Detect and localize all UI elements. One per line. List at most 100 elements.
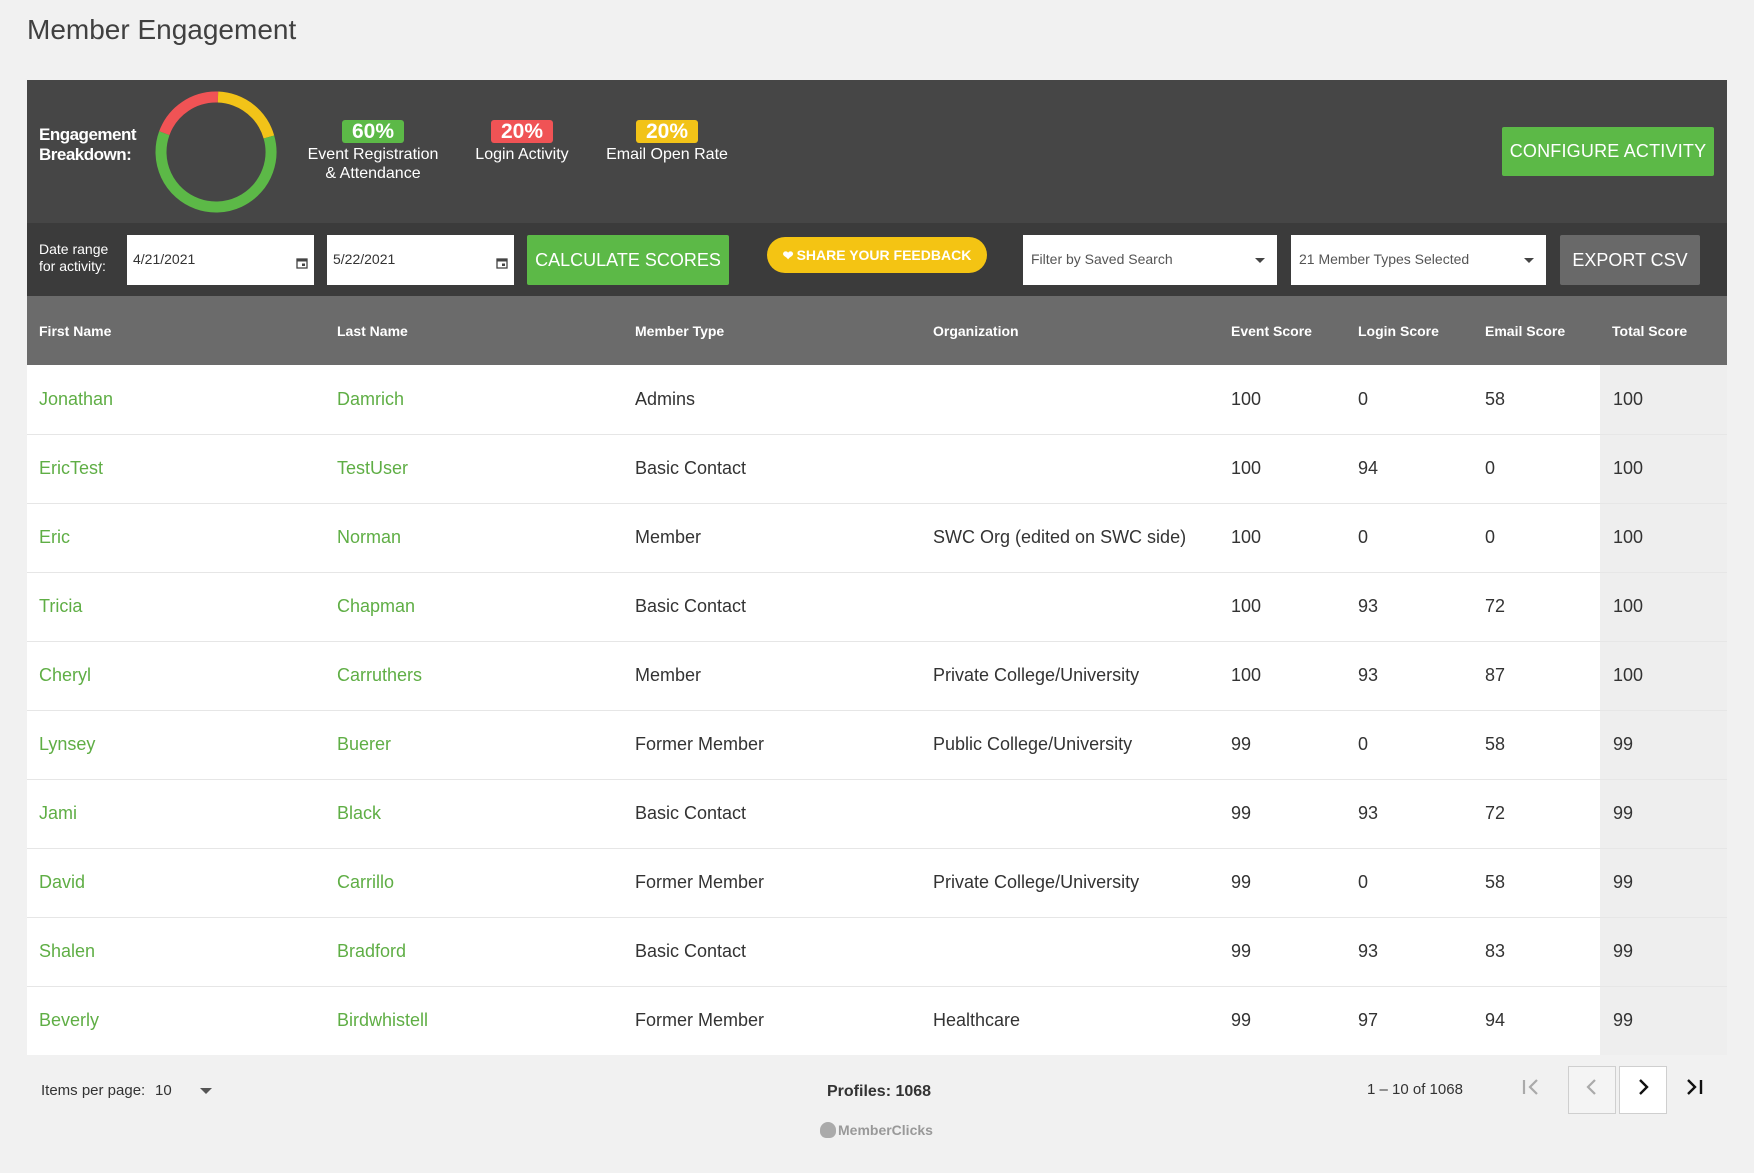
table-row: Cheryl Carruthers Member Private College/Un… — [27, 641, 1727, 710]
export-csv-button[interactable]: EXPORT CSV — [1560, 235, 1700, 285]
stat-email-open-rate: 20% Email Open Rate — [592, 120, 742, 164]
cell-first-name[interactable]: Jonathan — [27, 365, 325, 434]
engagement-breakdown-bar: Engagement Breakdown: 60% Event Registra… — [27, 80, 1727, 223]
cell-first-name[interactable]: Eric — [27, 503, 325, 572]
cell-last-name[interactable]: Birdwhistell — [325, 986, 623, 1055]
cell-last-name[interactable]: Carrillo — [325, 848, 623, 917]
calendar-icon[interactable] — [496, 257, 508, 269]
cell-last-name[interactable]: Bradford — [325, 917, 623, 986]
cell-first-name[interactable]: Shalen — [27, 917, 325, 986]
cell-organization — [921, 779, 1219, 848]
next-page-button[interactable] — [1619, 1066, 1667, 1114]
configure-activity-button[interactable]: CONFIGURE ACTIVITY — [1502, 127, 1714, 176]
cell-member-type: Basic Contact — [635, 941, 747, 961]
cell-first-name[interactable]: David — [27, 848, 325, 917]
cell-last-name[interactable]: Carruthers — [325, 641, 623, 710]
stat-login-label: Login Activity — [475, 146, 569, 163]
cell-first-name[interactable]: Cheryl — [27, 641, 325, 710]
calendar-icon[interactable] — [296, 257, 308, 269]
cell-last-name[interactable]: TestUser — [325, 434, 623, 503]
items-per-page-select[interactable]: 10 — [155, 1082, 172, 1099]
end-date-input[interactable]: 5/22/2021 — [327, 235, 514, 285]
cell-last-name[interactable]: Damrich — [325, 365, 623, 434]
memberclicks-logo: MemberClicks — [820, 1122, 933, 1138]
cell-total-score: 99 — [1600, 779, 1727, 848]
cell-total-score: 100 — [1600, 503, 1727, 572]
cell-first-name[interactable]: Lynsey — [27, 710, 325, 779]
page-title: Member Engagement — [27, 14, 297, 45]
saved-search-select[interactable]: Filter by Saved Search — [1023, 235, 1277, 285]
first-page-icon — [1522, 1079, 1538, 1095]
cell-member-type: Former Member — [635, 734, 765, 754]
cell-event-score: 99 — [1231, 872, 1252, 892]
cell-total-score: 100 — [1600, 365, 1727, 434]
cell-event-score: 99 — [1231, 803, 1252, 823]
table-row: Shalen Bradford Basic Contact 99 93 83 99 — [27, 917, 1727, 986]
memberclicks-logo-icon — [820, 1122, 836, 1138]
cell-first-name[interactable]: EricTest — [27, 434, 325, 503]
cell-login-score: 0 — [1358, 872, 1369, 892]
share-feedback-button[interactable]: ❤ SHARE YOUR FEEDBACK — [767, 237, 987, 273]
table-row: Tricia Chapman Basic Contact 100 93 72 100 — [27, 572, 1727, 641]
column-header-login-score[interactable]: Login Score — [1346, 296, 1473, 365]
cell-event-score: 99 — [1231, 734, 1252, 754]
first-page-button[interactable] — [1507, 1066, 1555, 1114]
stat-event-registration: 60% Event Registration & Attendance — [303, 120, 443, 183]
engagement-breakdown-label: Engagement Breakdown: — [39, 125, 137, 164]
column-header-organization[interactable]: Organization — [921, 296, 1219, 365]
cell-first-name[interactable]: Beverly — [27, 986, 325, 1055]
last-page-button[interactable] — [1670, 1066, 1718, 1114]
column-header-last-name[interactable]: Last Name — [325, 296, 623, 365]
cell-email-score: 58 — [1485, 734, 1506, 754]
cell-email-score: 58 — [1485, 872, 1506, 892]
column-header-first-name[interactable]: First Name — [27, 296, 325, 365]
previous-page-button[interactable] — [1568, 1066, 1616, 1114]
cell-member-type: Member — [635, 527, 702, 547]
table-row: Jami Black Basic Contact 99 93 72 99 — [27, 779, 1727, 848]
engagement-donut-chart — [155, 91, 277, 213]
cell-last-name[interactable]: Chapman — [325, 572, 623, 641]
cell-first-name[interactable]: Jami — [27, 779, 325, 848]
member-types-select[interactable]: 21 Member Types Selected — [1291, 235, 1546, 285]
cell-last-name[interactable]: Black — [325, 779, 623, 848]
column-header-total-score[interactable]: Total Score — [1600, 296, 1727, 365]
cell-total-score: 99 — [1600, 710, 1727, 779]
table-row: Eric Norman Member SWC Org (edited on SWC s… — [27, 503, 1727, 572]
chevron-down-icon[interactable] — [200, 1088, 212, 1094]
chevron-down-icon — [1255, 258, 1265, 263]
table-row: EricTest TestUser Basic Contact 100 94 0 100 — [27, 434, 1727, 503]
table-row: Lynsey Buerer Former Member Public College/… — [27, 710, 1727, 779]
cell-total-score: 99 — [1600, 917, 1727, 986]
cell-event-score: 100 — [1231, 527, 1262, 547]
cell-total-score: 99 — [1600, 848, 1727, 917]
cell-member-type: Admins — [635, 388, 696, 409]
cell-first-name[interactable]: Tricia — [27, 572, 325, 641]
table-row: Jonathan Damrich Admins 100 0 58 100 — [27, 365, 1727, 434]
column-header-member-type[interactable]: Member Type — [623, 296, 921, 365]
last-page-icon — [1687, 1079, 1703, 1095]
cell-email-score: 94 — [1485, 1010, 1506, 1031]
cell-login-score: 93 — [1358, 803, 1379, 823]
column-header-email-score[interactable]: Email Score — [1473, 296, 1600, 365]
cell-login-score: 93 — [1358, 941, 1379, 961]
saved-search-placeholder: Filter by Saved Search — [1031, 251, 1173, 267]
cell-login-score: 93 — [1358, 665, 1379, 685]
stat-event-pct: 60% — [341, 120, 405, 143]
column-header-event-score[interactable]: Event Score — [1219, 296, 1346, 365]
cell-total-score: 100 — [1600, 572, 1727, 641]
cell-total-score: 100 — [1600, 434, 1727, 503]
cell-member-type: Basic Contact — [635, 803, 747, 823]
start-date-input[interactable]: 4/21/2021 — [127, 235, 314, 285]
stat-event-label: Event Registration — [307, 146, 439, 163]
end-date-value: 5/22/2021 — [333, 251, 396, 267]
cell-last-name[interactable]: Buerer — [325, 710, 623, 779]
cell-login-score: 0 — [1358, 388, 1369, 409]
cell-last-name[interactable]: Norman — [325, 503, 623, 572]
date-range-label: Date range for activity: — [39, 241, 109, 274]
engagement-panel: Engagement Breakdown: 60% Event Registra… — [27, 80, 1727, 1055]
cell-event-score: 100 — [1231, 458, 1262, 478]
table-row: Beverly Birdwhistell Former Member Healthca… — [27, 986, 1727, 1055]
cell-organization — [921, 917, 1219, 986]
cell-organization: SWC Org (edited on SWC side) — [933, 527, 1187, 547]
calculate-scores-button[interactable]: CALCULATE SCORES — [527, 235, 729, 285]
